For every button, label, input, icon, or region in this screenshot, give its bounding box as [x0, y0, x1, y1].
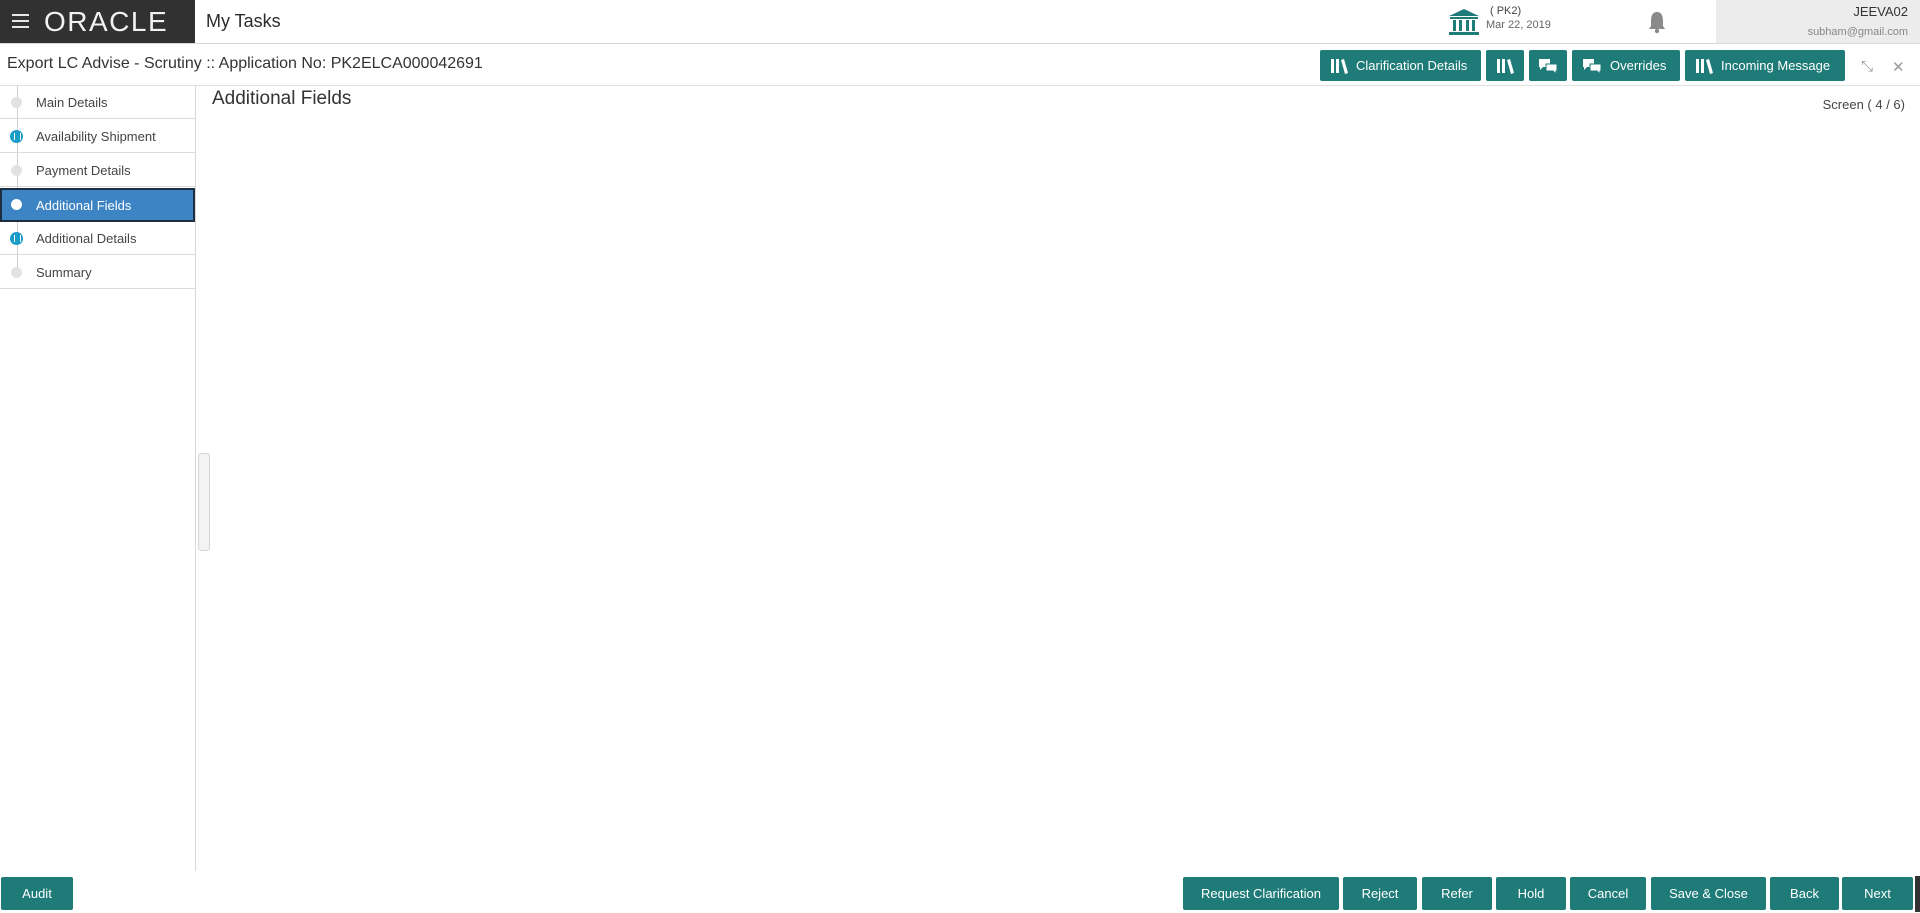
window-edge: [1915, 876, 1920, 912]
entity-date: Mar 22, 2019: [1486, 19, 1551, 31]
refer-button[interactable]: Refer: [1422, 877, 1492, 910]
step-warning-icon: [10, 130, 23, 143]
task-title: Export LC Advise - Scrutiny :: Applicati…: [7, 55, 483, 72]
app-title: My Tasks: [206, 11, 281, 31]
overrides-button[interactable]: Overrides: [1572, 50, 1680, 81]
request-clarification-button[interactable]: Request Clarification: [1183, 877, 1339, 910]
notification-bell-icon[interactable]: [1647, 10, 1667, 34]
bank-icon: [1449, 9, 1479, 35]
step-label: Main Details: [36, 95, 108, 110]
incoming-message-button[interactable]: Incoming Message: [1685, 50, 1845, 81]
step-additional-details[interactable]: Additional Details: [0, 222, 195, 255]
step-availability-shipment[interactable]: Availability Shipment: [0, 120, 195, 153]
library-icon: [1497, 58, 1514, 74]
reject-button[interactable]: Reject: [1343, 877, 1417, 910]
save-close-button[interactable]: Save & Close: [1651, 877, 1766, 910]
screen-indicator: Screen ( 4 / 6): [1822, 97, 1905, 112]
user-email: subham@gmail.com: [1807, 26, 1908, 38]
step-label: Availability Shipment: [36, 129, 156, 144]
clarification-details-button[interactable]: Clarification Details: [1320, 50, 1481, 81]
library-icon: [1696, 58, 1713, 74]
step-label: Payment Details: [36, 163, 131, 178]
close-icon[interactable]: ✕: [1892, 58, 1905, 76]
hamburger-menu-icon[interactable]: [12, 14, 29, 28]
library-icon: [1331, 58, 1348, 74]
step-pending-dot-icon: [11, 267, 22, 278]
sidebar-resize-handle[interactable]: [198, 453, 210, 551]
cancel-button[interactable]: Cancel: [1570, 877, 1646, 910]
task-header: Export LC Advise - Scrutiny :: Applicati…: [0, 44, 1920, 86]
step-active-dot-icon: [11, 199, 22, 210]
step-warning-icon: [10, 232, 23, 245]
step-payment-details[interactable]: Payment Details: [0, 154, 195, 187]
brand-area: ORACLE: [0, 0, 195, 43]
step-additional-fields[interactable]: Additional Fields: [0, 188, 195, 222]
step-sidebar: Main Details Availability Shipment Payme…: [0, 86, 196, 871]
step-summary[interactable]: Summary: [0, 256, 195, 289]
page-title: Additional Fields: [212, 88, 352, 109]
documents-button[interactable]: [1486, 50, 1524, 81]
entity-code: ( PK2): [1490, 5, 1522, 17]
overrides-label: Overrides: [1610, 58, 1667, 73]
minimize-icon[interactable]: ⤡: [1861, 58, 1873, 75]
clarification-details-label: Clarification Details: [1356, 58, 1468, 73]
username: JEEVA02: [1853, 4, 1908, 19]
step-main-details[interactable]: Main Details: [0, 86, 195, 119]
next-button[interactable]: Next: [1842, 877, 1913, 910]
step-pending-dot-icon: [11, 97, 22, 108]
step-label: Additional Fields: [36, 198, 132, 213]
user-profile[interactable]: JEEVA02 subham@gmail.com: [1716, 0, 1920, 43]
back-button[interactable]: Back: [1770, 877, 1839, 910]
oracle-logo: ORACLE: [44, 6, 169, 37]
step-label: Additional Details: [36, 231, 137, 246]
messages-button[interactable]: [1529, 50, 1567, 81]
chat-bubbles-icon: [1583, 58, 1602, 74]
step-pending-dot-icon: [11, 165, 22, 176]
audit-button[interactable]: Audit: [1, 877, 73, 910]
step-label: Summary: [36, 265, 92, 280]
chat-bubbles-icon: [1539, 58, 1558, 74]
top-bar: ORACLE My Tasks ( PK2) Mar 22, 2019 JEEV…: [0, 0, 1920, 44]
incoming-message-label: Incoming Message: [1721, 58, 1831, 73]
hold-button[interactable]: Hold: [1496, 877, 1566, 910]
